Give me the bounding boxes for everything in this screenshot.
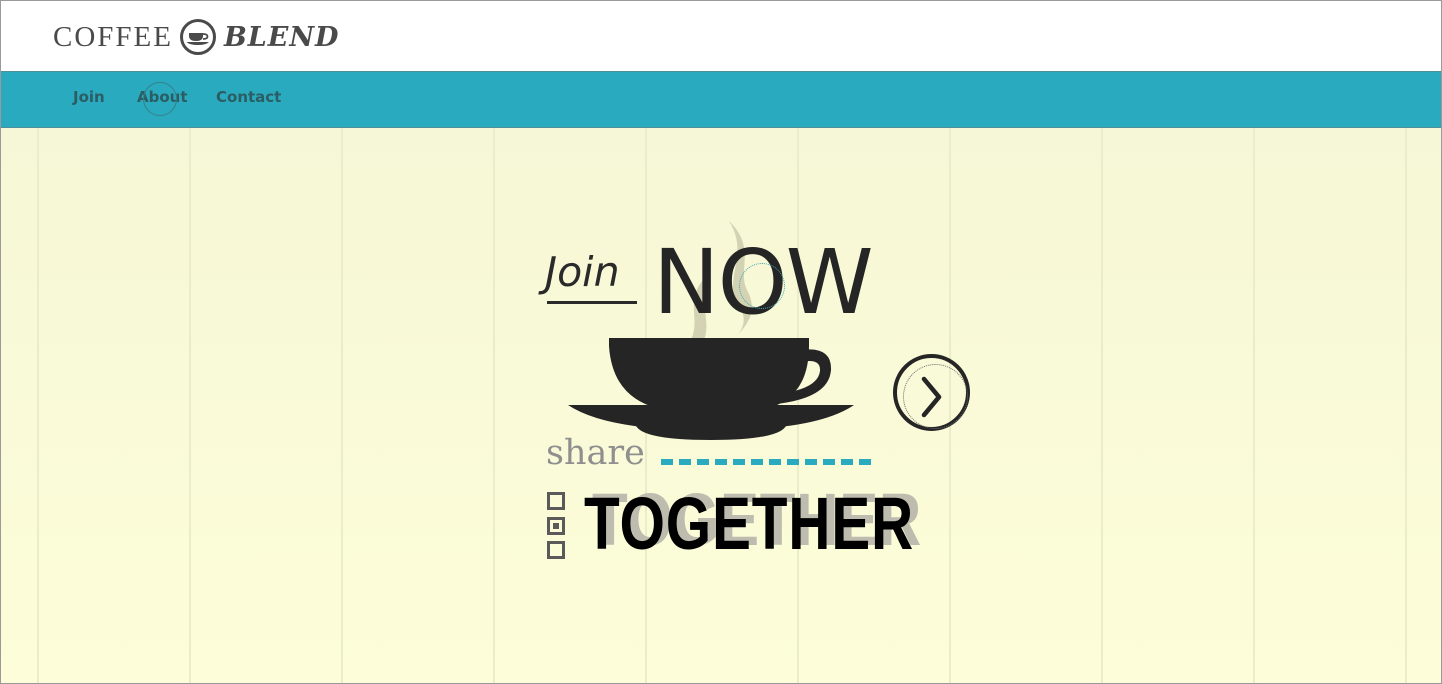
checkbox-icon xyxy=(547,492,565,510)
chevron-right-icon xyxy=(921,376,942,418)
logo-word-coffee: COFFEE xyxy=(53,20,173,53)
join-underline xyxy=(547,301,637,304)
together-text: TOGETHER xyxy=(584,482,915,565)
join-text: Join xyxy=(545,248,620,296)
checked-checkbox-icon xyxy=(547,517,565,535)
share-text: share xyxy=(546,433,645,473)
checkbox-icon xyxy=(547,541,565,559)
site-header: COFFEE BLEND xyxy=(1,1,1441,71)
coffee-cup-logo-icon xyxy=(179,19,216,55)
nav-item-contact[interactable]: Contact xyxy=(216,88,281,106)
next-button[interactable] xyxy=(893,354,970,431)
dashed-divider xyxy=(661,459,871,465)
main-nav: Join About Contact xyxy=(1,71,1441,128)
join-now-promo: Join NOW share TOGETHER TOGETHER xyxy=(1,128,1441,683)
focus-indicator xyxy=(739,263,785,309)
nav-item-join[interactable]: Join xyxy=(73,88,105,106)
page-frame: COFFEE BLEND Join About Contact Join NOW… xyxy=(0,0,1442,684)
hero-section: Join NOW share TOGETHER TOGETHER xyxy=(1,128,1441,683)
cursor-indicator xyxy=(143,82,177,116)
logo-word-blend: BLEND xyxy=(223,21,340,53)
site-logo[interactable]: COFFEE BLEND xyxy=(53,15,339,59)
